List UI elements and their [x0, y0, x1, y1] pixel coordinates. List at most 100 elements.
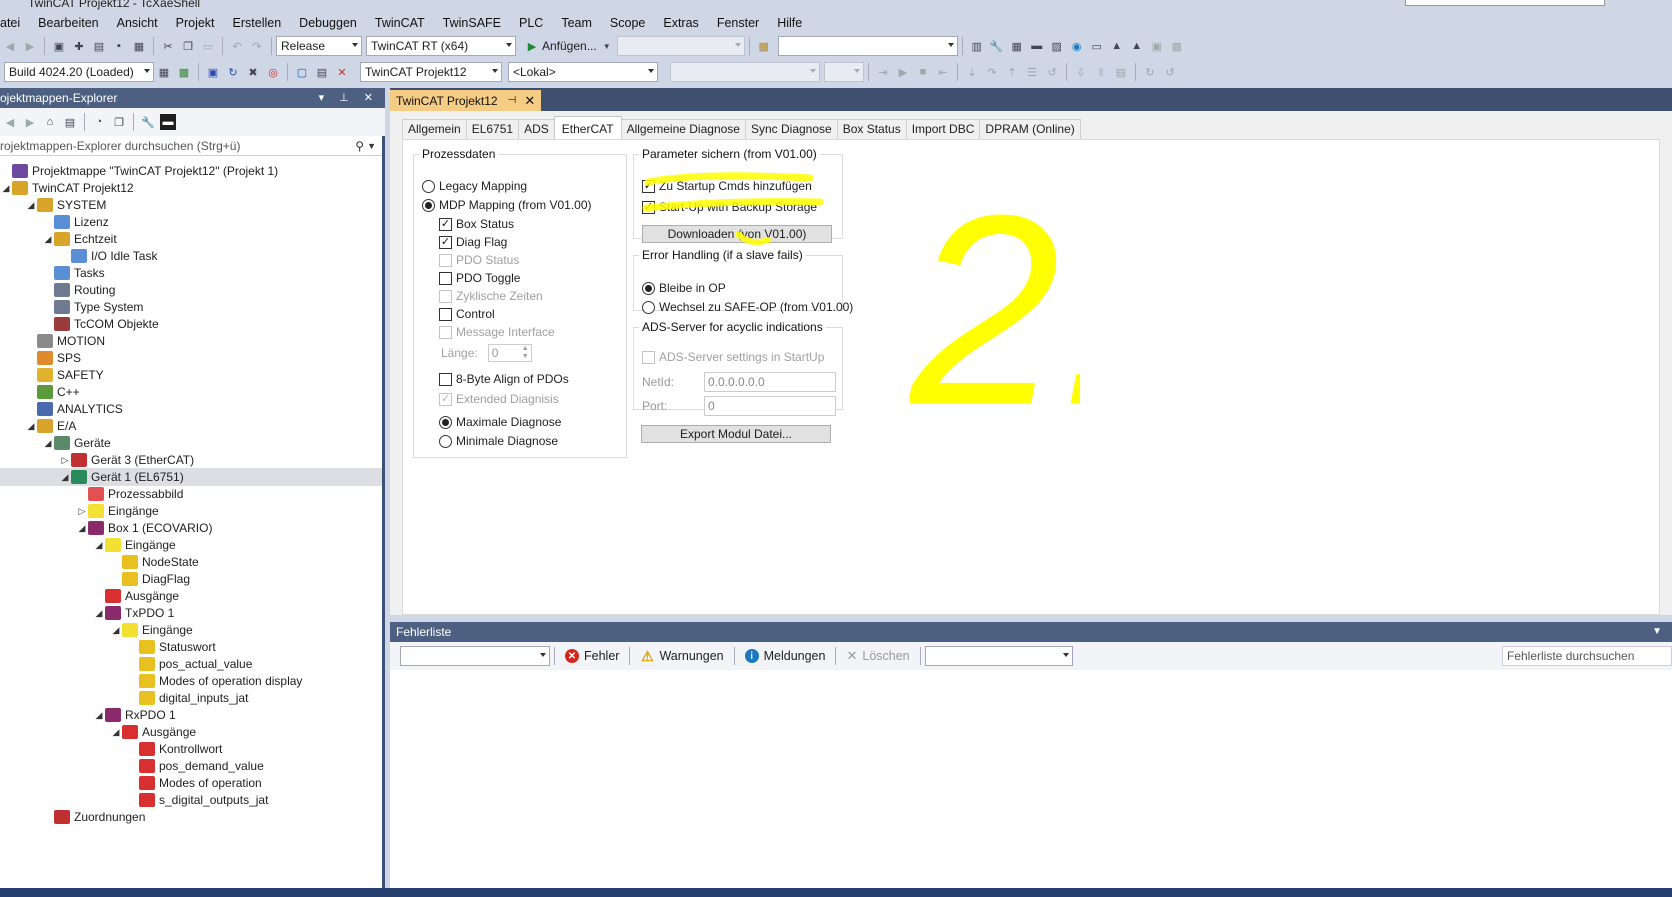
wechsel-safeop-radio[interactable]: Wechsel zu SAFE-OP (from V01.00): [642, 300, 853, 314]
find-icon[interactable]: ▩: [756, 38, 772, 54]
tree-item[interactable]: SAFETY: [0, 366, 382, 384]
collapse-all-icon[interactable]: ❐: [111, 114, 127, 130]
tree-item[interactable]: Tasks: [0, 264, 382, 282]
activate-icon[interactable]: ▦: [1009, 38, 1025, 54]
tree-item[interactable]: ◢ RxPDO 1: [0, 706, 382, 724]
add-item-icon[interactable]: ✚: [71, 38, 87, 54]
pending-changes-icon[interactable]: ◔: [91, 114, 107, 130]
quick-launch-input[interactable]: [1405, 0, 1605, 6]
activate-config-icon[interactable]: ▣: [205, 64, 221, 80]
paste-icon[interactable]: ▭: [200, 38, 216, 54]
tree-item[interactable]: C++: [0, 383, 382, 401]
tree-item[interactable]: ◢ Geräte: [0, 434, 382, 452]
pdo-toggle-checkbox[interactable]: PDO Toggle: [439, 271, 520, 285]
tree-item[interactable]: ◢ TxPDO 1: [0, 604, 382, 622]
tree-item[interactable]: ◢ E/A: [0, 417, 382, 435]
tree-item[interactable]: I/O Idle Task: [0, 247, 382, 265]
align-pdos-checkbox[interactable]: 8-Byte Align of PDOs: [439, 372, 569, 386]
menu-item-8[interactable]: PLC: [510, 16, 552, 30]
network-icon[interactable]: ▨: [1049, 38, 1065, 54]
expand-arrow-icon[interactable]: ◢: [110, 727, 122, 738]
minimale-diagnose-radio[interactable]: Minimale Diagnose: [439, 434, 558, 448]
menu-item-1[interactable]: Bearbeiten: [29, 16, 107, 30]
expand-arrow-icon[interactable]: ◢: [93, 710, 105, 721]
expand-arrow-icon[interactable]: ▷: [76, 506, 88, 517]
tree-item[interactable]: Routing: [0, 281, 382, 299]
menu-item-10[interactable]: Scope: [601, 16, 654, 30]
expand-arrow-icon[interactable]: ◢: [76, 523, 88, 534]
copy-icon[interactable]: ❐: [180, 38, 196, 54]
scope-filter-select[interactable]: [400, 646, 550, 666]
config-mode-icon[interactable]: ▩: [176, 64, 192, 80]
scan-icon[interactable]: ▲: [1109, 38, 1125, 54]
tree-item[interactable]: ◢ Eingänge: [0, 536, 382, 554]
properties-icon[interactable]: 🔧: [140, 114, 156, 130]
error-search-input[interactable]: Fehlerliste durchsuchen: [1502, 646, 1672, 666]
menu-item-12[interactable]: Fenster: [708, 16, 768, 30]
tree-item[interactable]: MOTION: [0, 332, 382, 350]
tree-item[interactable]: s_digital_outputs_jat: [0, 791, 382, 809]
control-checkbox[interactable]: Control: [439, 307, 495, 321]
tree-item[interactable]: ◢ Gerät 1 (EL6751): [0, 468, 382, 486]
tab-sync-diagnose[interactable]: Sync Diagnose: [744, 119, 838, 139]
menu-item-2[interactable]: Ansicht: [108, 16, 167, 30]
tree-item[interactable]: Type System: [0, 298, 382, 316]
tree-item[interactable]: NodeState: [0, 553, 382, 571]
expand-arrow-icon[interactable]: ◢: [42, 438, 54, 449]
scope-icon[interactable]: ▢: [294, 64, 310, 80]
tree-item[interactable]: ◢ Eingänge: [0, 621, 382, 639]
toolbox-icon[interactable]: ▬: [1029, 38, 1045, 54]
tab-ethercat[interactable]: EtherCAT: [553, 116, 622, 139]
tree-item[interactable]: Ausgänge: [0, 587, 382, 605]
tab-import-dbc[interactable]: Import DBC: [905, 119, 981, 139]
open-icon[interactable]: ▤: [91, 38, 107, 54]
save-icon[interactable]: ▪: [111, 38, 127, 54]
tree-item[interactable]: ▷ Gerät 3 (EtherCAT): [0, 451, 382, 469]
tab-allgemein[interactable]: Allgemein: [402, 119, 467, 139]
expand-arrow-icon[interactable]: ▷: [59, 455, 71, 466]
undo-icon[interactable]: ↶: [229, 38, 245, 54]
menu-item-13[interactable]: Hilfe: [768, 16, 811, 30]
expand-arrow-icon[interactable]: ◢: [0, 183, 12, 194]
switch-views-icon[interactable]: ▤: [62, 114, 78, 130]
pin-icon[interactable]: ⊣: [508, 95, 517, 106]
close-icon[interactable]: ✕: [524, 93, 535, 109]
wrench-icon[interactable]: 🔧: [989, 38, 1005, 54]
target-icon[interactable]: ◎: [265, 64, 281, 80]
tree-item[interactable]: ◢ Ausgänge: [0, 723, 382, 741]
menu-item-11[interactable]: Extras: [654, 16, 707, 30]
expand-arrow-icon[interactable]: ◢: [93, 540, 105, 551]
expand-arrow-icon[interactable]: ◢: [25, 200, 37, 211]
maximale-diagnose-radio[interactable]: Maximale Diagnose: [439, 415, 561, 429]
expand-arrow-icon[interactable]: ◢: [110, 625, 122, 636]
chevron-down-icon[interactable]: ▼: [1652, 622, 1662, 642]
menu-item-4[interactable]: Erstellen: [224, 16, 291, 30]
back-icon[interactable]: ◀: [2, 114, 18, 130]
logout-icon[interactable]: ✕: [334, 64, 350, 80]
tree-item[interactable]: ◢ TwinCAT Projekt12: [0, 179, 382, 197]
tree-item[interactable]: SPS: [0, 349, 382, 367]
preview-icon[interactable]: ▬: [160, 114, 176, 130]
splitter[interactable]: [390, 615, 1672, 622]
solution-search-input[interactable]: rojektmappen-Explorer durchsuchen (Strg+…: [0, 136, 382, 156]
tree-item[interactable]: TcCOM Objekte: [0, 315, 382, 333]
grid-icon[interactable]: ▦: [156, 64, 172, 80]
menu-item-3[interactable]: Projekt: [167, 16, 224, 30]
tab-el6751[interactable]: EL6751: [465, 119, 520, 139]
tree-item[interactable]: ◢ SYSTEM: [0, 196, 382, 214]
tree-item[interactable]: Modes of operation display: [0, 672, 382, 690]
find-select[interactable]: [777, 36, 958, 56]
chevron-down-icon[interactable]: ▼: [603, 38, 611, 54]
refresh-icon[interactable]: ◉: [1069, 38, 1085, 54]
tab-dpram-online-[interactable]: DPRAM (Online): [979, 119, 1081, 139]
bleibe-op-radio[interactable]: Bleibe in OP: [642, 281, 726, 295]
tree-item[interactable]: pos_demand_value: [0, 757, 382, 775]
tree-item[interactable]: ANALYTICS: [0, 400, 382, 418]
menu-item-9[interactable]: Team: [552, 16, 601, 30]
tree-item[interactable]: Prozessabbild: [0, 485, 382, 503]
home-icon[interactable]: ⌂: [42, 114, 58, 130]
expand-arrow-icon[interactable]: ◢: [93, 608, 105, 619]
forward-icon[interactable]: ▶: [22, 38, 38, 54]
menu-item-5[interactable]: Debuggen: [290, 16, 366, 30]
new-project-icon[interactable]: ▣: [51, 38, 67, 54]
